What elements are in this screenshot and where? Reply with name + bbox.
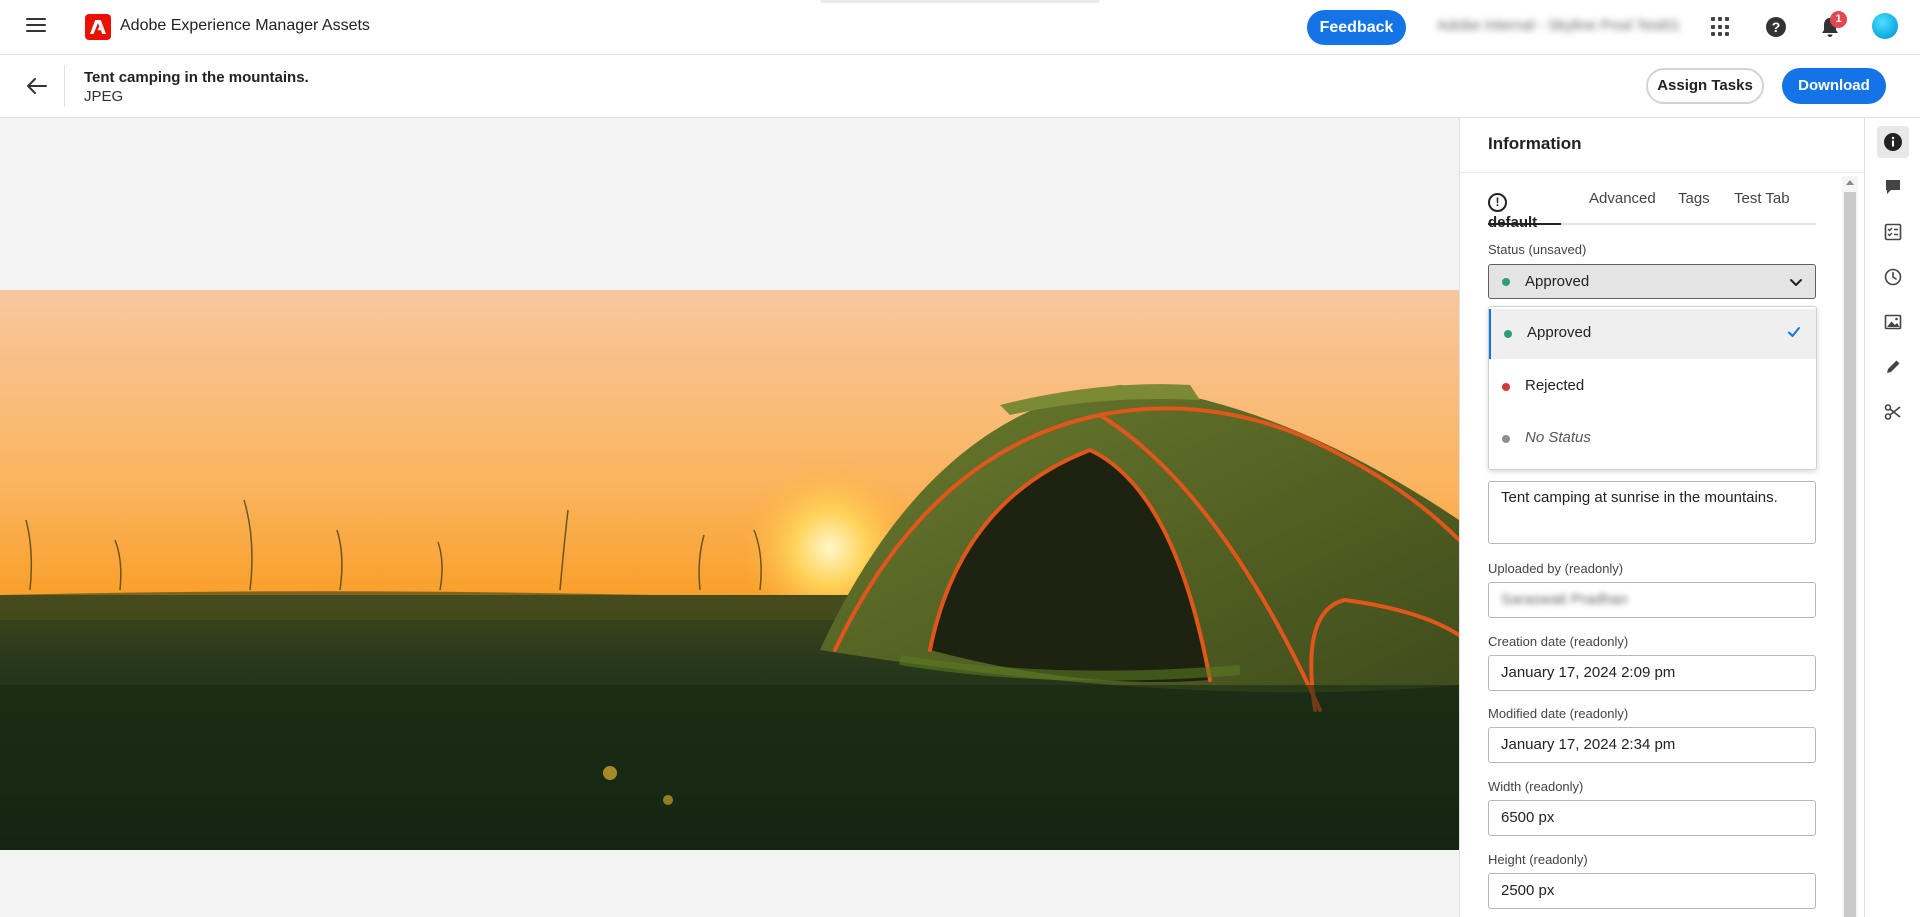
renditions-icon (1884, 314, 1902, 330)
status-label: Status (unsaved) (1488, 242, 1587, 257)
comment-icon (1886, 180, 1900, 194)
option-label: Rejected (1525, 377, 1585, 394)
info-icon (1884, 133, 1902, 151)
uploaded-by-field: Saraswati Pradhan (1488, 582, 1816, 618)
height-field: 2500 px (1488, 873, 1816, 909)
panel-scrollbar-thumb[interactable] (1844, 192, 1856, 917)
description-field[interactable]: Tent camping at sunrise in the mountains… (1488, 481, 1816, 544)
org-switcher[interactable]: Adobe Internal - Skyline Prod Test01 (1437, 17, 1680, 34)
history-rail-button[interactable] (1877, 261, 1909, 293)
metadata-tabs: ! default Advanced Tags Test Tab (1488, 188, 1816, 231)
status-option-approved[interactable]: Approved (1489, 309, 1816, 359)
download-button[interactable]: Download (1782, 68, 1886, 104)
status-option-no-status[interactable]: No Status (1489, 414, 1816, 464)
asset-preview-image[interactable] (0, 290, 1459, 850)
uploaded-by-value: Saraswati Pradhan (1501, 591, 1628, 608)
tab-label: default (1488, 214, 1538, 231)
status-select[interactable]: Approved (1488, 264, 1816, 299)
scroll-up-arrow-icon[interactable] (1846, 180, 1854, 185)
chevron-down-icon (1790, 279, 1802, 286)
width-field: 6500 px (1488, 800, 1816, 836)
cut-icon (1884, 404, 1901, 420)
top-handle (820, 0, 1100, 3)
back-arrow-icon[interactable] (26, 77, 48, 95)
status-dot-approved (1504, 330, 1512, 338)
tab-advanced[interactable]: Advanced (1589, 188, 1656, 225)
status-dot-no-status (1502, 435, 1510, 443)
tab-test-tab[interactable]: Test Tab (1734, 188, 1790, 225)
width-label: Width (readonly) (1488, 779, 1584, 794)
modified-date-field: January 17, 2024 2:34 pm (1488, 727, 1816, 763)
tasks-icon (1884, 223, 1902, 241)
apps-grid-icon[interactable] (1711, 17, 1731, 37)
help-icon[interactable]: ? (1766, 17, 1786, 37)
status-selected-value: Approved (1525, 273, 1590, 290)
alert-icon: ! (1488, 193, 1507, 212)
tab-tags[interactable]: Tags (1678, 188, 1710, 225)
modified-date-label: Modified date (readonly) (1488, 706, 1629, 721)
top-app-bar: Adobe Experience Manager Assets Feedback… (0, 0, 1920, 55)
creation-date-label: Creation date (readonly) (1488, 634, 1629, 649)
tab-default[interactable]: ! default (1488, 188, 1561, 231)
creation-date-field: January 17, 2024 2:09 pm (1488, 655, 1816, 691)
asset-title: Tent camping in the mountains. (84, 69, 309, 86)
option-label: Approved (1527, 324, 1592, 341)
asset-preview-area (0, 118, 1459, 917)
status-dot-rejected (1502, 383, 1510, 391)
uploaded-by-label: Uploaded by (readonly) (1488, 561, 1624, 576)
status-dropdown-menu: Approved Rejected No Status (1488, 306, 1817, 470)
height-label: Height (readonly) (1488, 852, 1588, 867)
feedback-button[interactable]: Feedback (1307, 10, 1406, 45)
tasks-rail-button[interactable] (1877, 216, 1909, 248)
adobe-logo-icon (85, 14, 111, 40)
assign-tasks-button[interactable]: Assign Tasks (1646, 68, 1764, 104)
edit-icon (1887, 360, 1900, 373)
option-label: No Status (1525, 429, 1591, 446)
renditions-rail-button[interactable] (1877, 306, 1909, 338)
cut-rail-button[interactable] (1877, 396, 1909, 428)
status-option-rejected[interactable]: Rejected (1489, 362, 1816, 412)
header-divider (64, 65, 65, 107)
comments-rail-button[interactable] (1877, 171, 1909, 203)
checkmark-icon (1788, 327, 1800, 337)
panel-title: Information (1488, 134, 1582, 153)
panel-divider (1460, 172, 1864, 173)
info-rail-button[interactable] (1877, 126, 1909, 158)
notification-count-badge: 1 (1830, 11, 1847, 28)
right-rail (1864, 118, 1920, 917)
information-panel: Information ! default Advanced Tags Test … (1459, 118, 1864, 917)
status-dot (1502, 278, 1510, 286)
menu-icon[interactable] (26, 18, 46, 34)
user-avatar[interactable] (1872, 13, 1898, 39)
app-title: Adobe Experience Manager Assets (120, 17, 370, 34)
asset-type: JPEG (84, 88, 124, 105)
history-icon (1884, 268, 1902, 286)
asset-header: Tent camping in the mountains. JPEG Assi… (0, 55, 1920, 118)
edit-rail-button[interactable] (1877, 351, 1909, 383)
